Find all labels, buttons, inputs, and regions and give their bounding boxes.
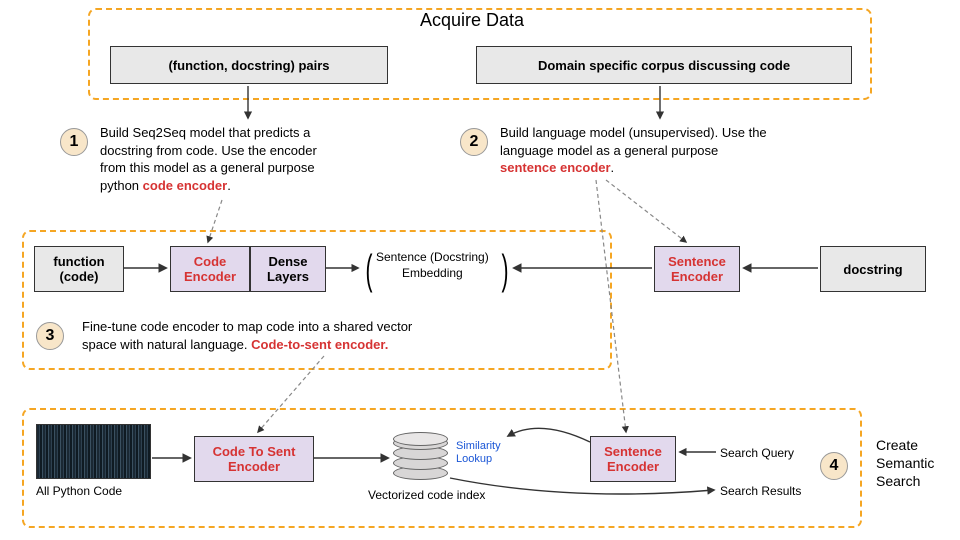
step1-line4: python bbox=[100, 178, 143, 193]
step2-dot: . bbox=[611, 160, 615, 175]
embed-line2: Embedding bbox=[402, 266, 463, 280]
function-code-box: function (code) bbox=[34, 246, 124, 292]
step1-dot: . bbox=[227, 178, 231, 193]
embedding-label: Sentence (Docstring) Embedding bbox=[376, 250, 489, 281]
step2-line2: language model as a general purpose bbox=[500, 143, 718, 158]
step-2-desc: Build language model (unsupervised). Use… bbox=[500, 124, 880, 177]
step2-line1: Build language model (unsupervised). Use… bbox=[500, 125, 767, 140]
all-python-code-label: All Python Code bbox=[36, 484, 122, 498]
step1-line3: from this model as a general purpose bbox=[100, 160, 315, 175]
step-3-num: 3 bbox=[46, 327, 55, 345]
step1-line1: Build Seq2Seq model that predicts a bbox=[100, 125, 310, 140]
step1-red: code encoder bbox=[143, 178, 228, 193]
corpus-box: Domain specific corpus discussing code bbox=[476, 46, 852, 84]
step-1-desc: Build Seq2Seq model that predicts a docs… bbox=[100, 124, 420, 194]
step2-red: sentence encoder bbox=[500, 160, 611, 175]
r4a: Create bbox=[876, 437, 918, 453]
step-4-badge: 4 bbox=[820, 452, 848, 480]
step-3-badge: 3 bbox=[36, 322, 64, 350]
step-1-badge: 1 bbox=[60, 128, 88, 156]
step-2-badge: 2 bbox=[460, 128, 488, 156]
sim-text: SimilarityLookup bbox=[456, 440, 501, 465]
paren-left: ( bbox=[366, 246, 373, 294]
docstring-box: docstring bbox=[820, 246, 926, 292]
step-1-num: 1 bbox=[70, 133, 79, 151]
sentence-encoder-box-bottom: Sentence Encoder bbox=[590, 436, 676, 482]
step3-line1: Fine-tune code encoder to map code into … bbox=[82, 319, 412, 334]
r4b: Semantic bbox=[876, 455, 934, 471]
pairs-box: (function, docstring) pairs bbox=[110, 46, 388, 84]
code-to-sent-encoder-box: Code To Sent Encoder bbox=[194, 436, 314, 482]
step1-line2: docstring from code. Use the encoder bbox=[100, 143, 317, 158]
title-text: Acquire Data bbox=[420, 10, 524, 31]
search-results-label: Search Results bbox=[720, 484, 801, 498]
step3-line2: space with natural language. bbox=[82, 337, 251, 352]
create-semantic-search-label: Create Semantic Search bbox=[876, 436, 934, 491]
python-code-image bbox=[36, 424, 151, 479]
sentence-encoder-box-mid: Sentence Encoder bbox=[654, 246, 740, 292]
step-2-num: 2 bbox=[470, 133, 479, 151]
step3-red: Code-to-sent encoder. bbox=[251, 337, 388, 352]
dense-layers-box: Dense Layers bbox=[250, 246, 326, 292]
db-label: Vectorized code index bbox=[368, 488, 485, 502]
embed-line1: Sentence (Docstring) bbox=[376, 250, 489, 264]
step-3-desc: Fine-tune code encoder to map code into … bbox=[82, 318, 592, 353]
paren-right: ) bbox=[502, 246, 509, 294]
search-query-label: Search Query bbox=[720, 446, 794, 460]
step-4-num: 4 bbox=[830, 457, 839, 475]
r4c: Search bbox=[876, 473, 920, 489]
code-encoder-box: Code Encoder bbox=[170, 246, 250, 292]
similarity-lookup-label: SimilarityLookup bbox=[456, 440, 501, 466]
